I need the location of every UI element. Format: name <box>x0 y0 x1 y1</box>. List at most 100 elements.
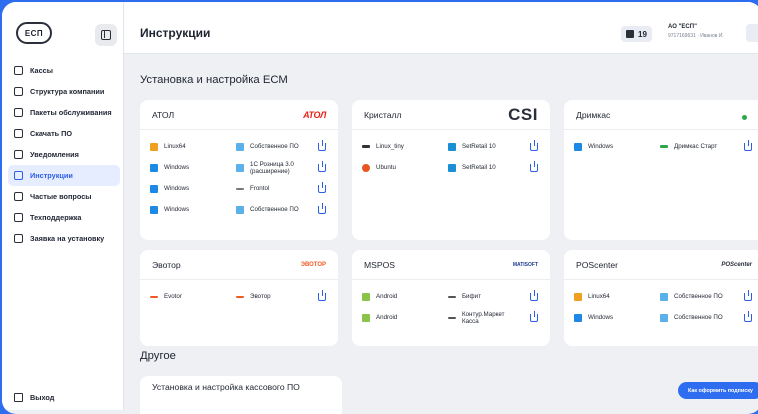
os-label: Windows <box>164 164 190 171</box>
user-icon[interactable] <box>746 24 758 42</box>
sidebar: ЕСП Кассы Структура компании Пакеты обсл… <box>2 2 124 410</box>
setretail-icon <box>448 163 456 172</box>
list-item[interactable]: Android Контур.Маркет Касса <box>352 307 550 328</box>
company-name: АО "ЕСП" <box>668 24 697 30</box>
linux-icon <box>362 145 370 148</box>
download-icon[interactable] <box>530 160 538 172</box>
cloud-icon <box>236 205 244 214</box>
sidebar-item-structure[interactable]: Структура компании <box>8 81 120 102</box>
logout-button[interactable]: Выход <box>14 393 54 402</box>
os-label: Ubuntu <box>376 164 396 171</box>
sidebar-item-label: Пакеты обслуживания <box>30 108 112 117</box>
list-item[interactable]: Linux64 Собственное ПО <box>140 136 338 157</box>
sidebar-item-label: Уведомления <box>30 150 79 159</box>
software-label: Бифит <box>462 293 481 300</box>
list-item[interactable]: Ubuntu SetRetail 10 <box>352 157 550 178</box>
os-label: Evotor <box>164 293 182 300</box>
qr-icon <box>626 30 634 38</box>
card-title: Кристалл <box>364 109 402 120</box>
download-icon[interactable] <box>318 181 326 193</box>
kassy-count-badge[interactable]: 19 <box>621 26 652 42</box>
list-item[interactable]: Windows Frontol <box>140 178 338 199</box>
card-kassovoe-po[interactable]: Установка и настройка кассового ПО <box>140 376 342 414</box>
download-icon[interactable] <box>318 139 326 151</box>
list-item[interactable]: Linux64 Собственное ПО <box>564 286 758 307</box>
bell-icon <box>14 150 23 159</box>
card-header: АТОЛ АТОЛ <box>140 100 338 130</box>
sidebar-item-label: Инструкции <box>30 171 73 180</box>
download-icon[interactable] <box>530 289 538 301</box>
card-title: POScenter <box>576 259 619 270</box>
download-icon[interactable] <box>530 139 538 151</box>
sidebar-item-install-request[interactable]: Заявка на установку <box>8 228 120 249</box>
question-icon <box>14 192 23 201</box>
software-label: Собственное ПО <box>250 143 299 150</box>
sidebar-item-support[interactable]: Техподдержка <box>8 207 120 228</box>
os-label: Windows <box>588 143 614 150</box>
card-title: MSPOS <box>364 259 396 270</box>
sidebar-item-instructions[interactable]: Инструкции <box>8 165 120 186</box>
card-header: Дримкас <box>564 100 758 130</box>
list-item[interactable]: Windows Собственное ПО <box>564 307 758 328</box>
card-evotor: Эвотор ЭВОТОР Evotor Эвотор <box>140 250 338 346</box>
download-icon[interactable] <box>744 139 752 151</box>
card-rows: Linux_tiny SetRetail 10 Ubuntu SetRetail 1… <box>352 130 550 178</box>
ubuntu-icon <box>362 163 370 172</box>
sidebar-item-download[interactable]: Скачать ПО <box>8 123 120 144</box>
sidebar-item-faq[interactable]: Частые вопросы <box>8 186 120 207</box>
logo[interactable]: ЕСП <box>16 22 52 44</box>
software-label: Собственное ПО <box>674 293 723 300</box>
dreamkas-icon <box>660 145 668 148</box>
android-icon <box>362 313 370 322</box>
software-label: 1С Розница 3.0 (расширение) <box>250 160 294 175</box>
download-icon[interactable] <box>318 160 326 172</box>
card-rows: Linux64 Собственное ПО Windows 1С Розница … <box>140 130 338 220</box>
csi-logo: CSI <box>508 104 538 124</box>
evotor-icon <box>236 295 244 298</box>
list-item[interactable]: Windows Собственное ПО <box>140 199 338 220</box>
card-atol: АТОЛ АТОЛ Linux64 Собственное ПО Windows 1… <box>140 100 338 240</box>
sidebar-item-label: Техподдержка <box>30 213 82 222</box>
list-item[interactable]: Windows 1С Розница 3.0 (расширение) <box>140 157 338 178</box>
windows-icon <box>574 142 582 151</box>
atol-logo: АТОЛ <box>303 109 326 120</box>
sidebar-item-notifications[interactable]: Уведомления <box>8 144 120 165</box>
os-label: Linux64 <box>164 143 186 150</box>
software-label: Эвотор <box>250 293 271 300</box>
card-rows: Android Бифит Android Контур.Маркет Касса <box>352 280 550 328</box>
download-icon[interactable] <box>318 289 326 301</box>
windows-icon <box>574 313 582 322</box>
download-icon[interactable] <box>744 289 752 301</box>
list-item[interactable]: Android Бифит <box>352 286 550 307</box>
sidebar-item-kassy[interactable]: Кассы <box>8 60 120 81</box>
os-label: Linux_tiny <box>376 143 404 150</box>
list-item[interactable]: Windows Дримкас Старт <box>564 136 758 157</box>
bifit-icon <box>448 295 456 298</box>
sidebar-item-label: Заявка на установку <box>30 234 105 243</box>
list-item[interactable]: Evotor Эвотор <box>140 286 338 307</box>
card-rows: Linux64 Собственное ПО Windows Собственное… <box>564 280 758 328</box>
linux-icon <box>150 142 158 151</box>
list-item[interactable]: Linux_tiny SetRetail 10 <box>352 136 550 157</box>
card-rows: Evotor Эвотор <box>140 280 338 307</box>
download-icon[interactable] <box>318 202 326 214</box>
kontur-icon <box>448 316 456 319</box>
sidebar-toggle-button[interactable] <box>95 24 117 46</box>
matisoft-logo: MATISOFT <box>512 261 538 268</box>
frontol-icon <box>236 187 244 190</box>
page-title: Инструкции <box>140 26 211 40</box>
download-icon[interactable] <box>744 310 752 322</box>
software-label: SetRetail 10 <box>462 164 496 171</box>
sidebar-item-packages[interactable]: Пакеты обслуживания <box>8 102 120 123</box>
software-label: Дримкас Старт <box>674 143 718 150</box>
main-content: Установка и настройка ЕСМ АТОЛ АТОЛ Linu… <box>124 54 758 414</box>
os-label: Windows <box>164 206 190 213</box>
cloud-icon <box>660 292 668 301</box>
software-label: Собственное ПО <box>674 314 723 321</box>
subscription-button[interactable]: Как оформить подписку <box>678 382 758 399</box>
kassy-count: 19 <box>638 29 647 39</box>
windows-icon <box>150 205 158 214</box>
document-icon <box>14 171 23 180</box>
evotor-logo: ЭВОТОР <box>300 261 326 268</box>
download-icon[interactable] <box>530 310 538 322</box>
